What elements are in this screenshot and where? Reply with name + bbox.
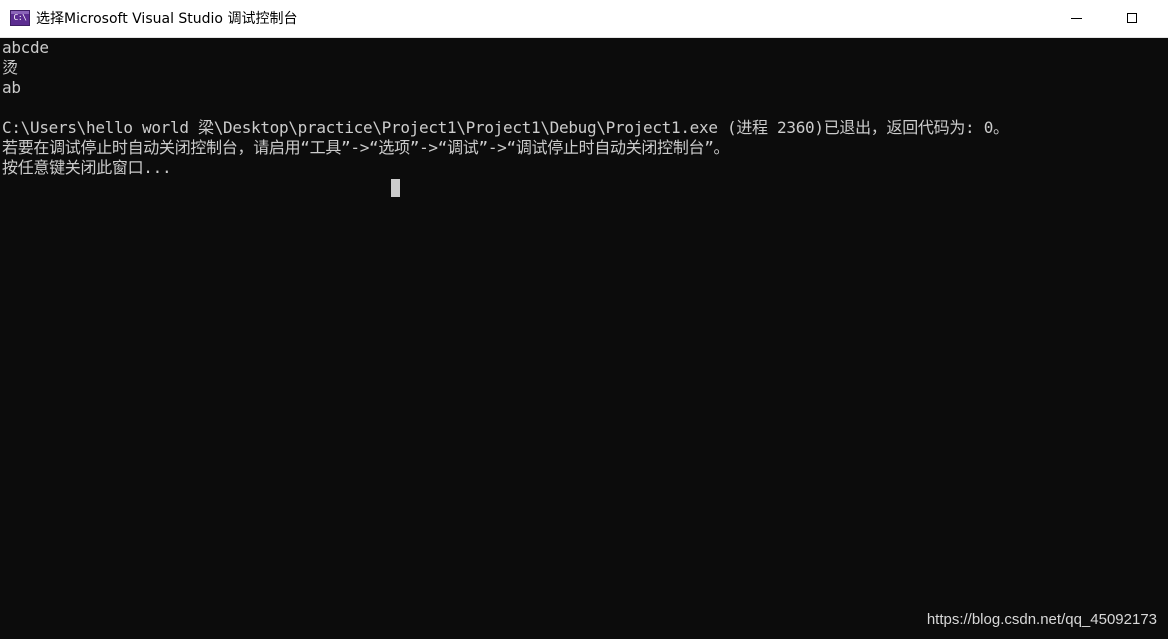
console-line-output-2: 烫 <box>2 58 18 77</box>
console-line-exit-message: C:\Users\hello world 梁\Desktop\practice\… <box>2 118 1009 137</box>
visual-studio-console-icon[interactable]: C:\ <box>10 10 30 26</box>
maximize-icon <box>1127 13 1137 23</box>
console-line-tip: 若要在调试停止时自动关闭控制台，请启用“工具”->“选项”->“调试”->“调试… <box>2 138 730 157</box>
text-cursor <box>391 179 400 197</box>
console-output[interactable]: abcde 烫 ab C:\Users\hello world 梁\Deskto… <box>0 38 1168 639</box>
minimize-button[interactable] <box>1048 0 1106 38</box>
console-line-output-1: abcde <box>2 38 49 57</box>
maximize-button[interactable] <box>1104 0 1162 38</box>
console-window: C:\ 选择Microsoft Visual Studio 调试控制台 abcd… <box>0 0 1168 639</box>
console-line-output-3: ab <box>2 78 21 97</box>
minimize-icon <box>1071 18 1082 19</box>
watermark-url: https://blog.csdn.net/qq_45092173 <box>926 611 1157 628</box>
title-bar[interactable]: C:\ 选择Microsoft Visual Studio 调试控制台 <box>0 0 1168 38</box>
window-title: 选择Microsoft Visual Studio 调试控制台 <box>36 11 298 27</box>
console-line-press-key: 按任意键关闭此窗口... <box>2 158 172 177</box>
